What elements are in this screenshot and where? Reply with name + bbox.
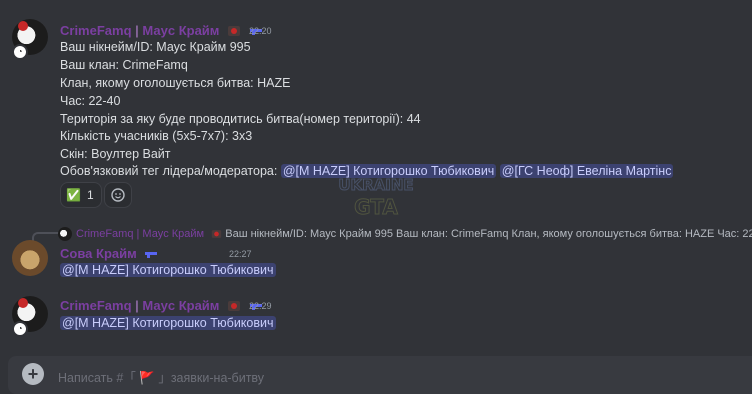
timestamp: 22:27 xyxy=(229,249,252,259)
skull-icon xyxy=(211,230,222,238)
logo-line2: GTA xyxy=(354,195,398,219)
message-line: @[М HAZE] Котигорошко Тюбикович xyxy=(60,316,276,330)
check-icon: ✅ xyxy=(66,188,81,202)
username[interactable]: Сова Крайм xyxy=(60,246,158,261)
mention[interactable]: @[М HAZE] Котигорошко Тюбикович xyxy=(60,263,276,277)
status-badge: ◔ xyxy=(12,44,28,60)
skull-icon xyxy=(228,26,241,36)
mention[interactable]: @[М HAZE] Котигорошко Тюбикович xyxy=(60,316,276,330)
reaction-button[interactable]: ✅ 1 xyxy=(60,182,102,208)
message-composer[interactable]: + Написать #「 🚩 」заявки-на-битву xyxy=(8,356,752,394)
add-attachment-button[interactable]: + xyxy=(22,363,44,385)
logo-line1: UKRAINE xyxy=(338,176,413,194)
message-line: Клан, якому оголошується битва: HAZE xyxy=(60,76,291,90)
message-line: Скін: Воултер Вайт xyxy=(60,147,171,161)
reply-text: Ваш нікнейм/ID: Маус Крайм 995 Ваш клан:… xyxy=(225,228,752,240)
message-line: @[М HAZE] Котигорошко Тюбикович xyxy=(60,263,276,277)
avatar[interactable] xyxy=(12,240,48,276)
mention[interactable]: @[ГС Неоф] Евеліна Мартінс xyxy=(499,164,674,178)
message-line: Час: 22-40 xyxy=(60,94,121,108)
gun-icon xyxy=(145,252,158,258)
reply-preview[interactable]: CrimeFamq | Мауc Крайм Ваш нікнейм/ID: М… xyxy=(76,228,752,240)
message-line: Ваш нікнейм/ID: Маус Крайм 995 xyxy=(60,40,251,54)
message-line: Територія за яку буде проводитись битва(… xyxy=(60,112,421,126)
reaction-count: 1 xyxy=(86,188,94,202)
message-line: Ваш клан: CrimeFamq xyxy=(60,58,188,72)
timestamp: 22:20 xyxy=(249,26,272,36)
timestamp: 22:29 xyxy=(249,301,272,311)
tag-line-prefix: Обов'язковий тег лідера/модератора: xyxy=(60,164,278,178)
username[interactable]: CrimeFamq | Мауc Крайм xyxy=(60,298,263,313)
smile-icon xyxy=(111,188,125,202)
message-line: Кількість учасників (5х5-7х7): 3х3 xyxy=(60,129,253,143)
skull-icon xyxy=(228,301,241,311)
message-input[interactable]: Написать #「 🚩 」заявки-на-битву xyxy=(58,367,264,386)
username[interactable]: CrimeFamq | Мауc Крайм xyxy=(60,23,263,38)
status-badge: ◔ xyxy=(12,321,28,337)
ukraine-gta-logo: UKRAINE GTA xyxy=(338,176,414,220)
reply-author[interactable]: CrimeFamq | Мауc Крайм xyxy=(76,228,204,240)
reply-avatar xyxy=(58,227,72,241)
add-reaction-button[interactable] xyxy=(104,182,132,208)
